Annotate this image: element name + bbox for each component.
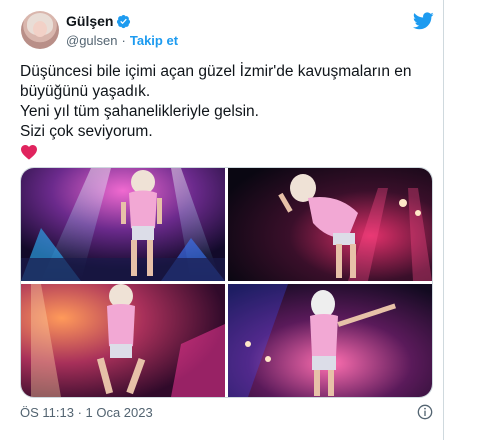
media-grid [20, 167, 433, 398]
photo-3[interactable] [21, 284, 225, 397]
tweet-text: Düşüncesi bile içimi açan güzel İzmir'de… [20, 62, 430, 166]
handle-row: @gulsen · Takip et [66, 33, 178, 48]
verified-badge-icon [117, 14, 131, 28]
photo-4[interactable] [228, 284, 432, 397]
tweet-text-line: Düşüncesi bile içimi açan güzel İzmir'de… [20, 63, 412, 80]
concert-photo-image [228, 168, 432, 281]
concert-photo-image [21, 284, 225, 397]
dot-separator: · [121, 33, 126, 48]
tweet-timestamp[interactable]: ÖS 11:13 · 1 Oca 2023 [20, 405, 153, 420]
concert-photo-image [21, 168, 225, 281]
tweet-card: Gülşen @gulsen · Takip et Düşüncesi bile… [4, 0, 444, 440]
red-heart-icon [21, 144, 37, 160]
avatar[interactable] [21, 11, 59, 49]
author-handle[interactable]: @gulsen [66, 33, 118, 48]
photo-2[interactable] [228, 168, 432, 281]
follow-button[interactable]: Takip et [130, 33, 178, 48]
avatar-face [33, 21, 47, 37]
author-name-row: Gülşen [66, 13, 131, 29]
info-icon[interactable] [417, 404, 433, 420]
author-name[interactable]: Gülşen [66, 13, 113, 29]
tweet-text-line: büyüğünü yaşadık. [20, 83, 151, 100]
photo-1[interactable] [21, 168, 225, 281]
twitter-bird-icon[interactable] [413, 12, 434, 30]
tweet-text-line: Yeni yıl tüm şahanelikleriyle gelsin. [20, 103, 259, 120]
tweet-text-line: Sizi çok seviyorum. [20, 123, 153, 140]
concert-photo-image [228, 284, 432, 397]
